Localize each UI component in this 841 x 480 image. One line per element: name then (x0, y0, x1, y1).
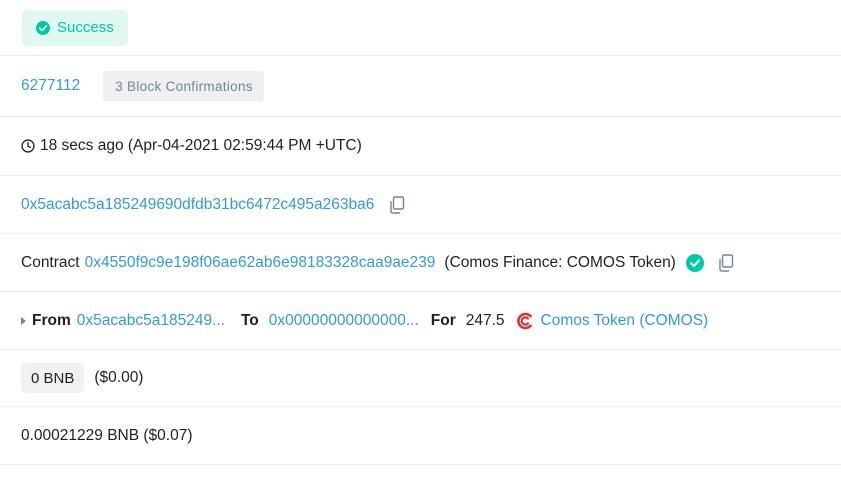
fee-row: 0.00021229 BNB ($0.07) (0, 407, 841, 465)
transfer-to-link[interactable]: 0x00000000000000... (269, 312, 419, 330)
copy-icon[interactable] (389, 195, 405, 214)
verified-check-icon (685, 253, 704, 272)
from-row: 0x5acabc5a185249690dfdb31bc6472c495a263b… (0, 176, 841, 234)
timestamp-text: 18 secs ago (Apr-04-2021 02:59:44 PM +UT… (40, 137, 362, 154)
copy-icon[interactable] (718, 253, 734, 272)
for-label: For (430, 311, 456, 329)
status-badge: Success (22, 9, 128, 46)
value-badge: 0 BNB (21, 363, 85, 393)
transfer-amount: 247.5 (465, 311, 505, 329)
comos-logo-icon (516, 312, 532, 329)
contract-prefix: Contract (21, 253, 80, 271)
value-row: 0 BNB ($0.00) (0, 350, 841, 407)
transfer-from-link[interactable]: 0x5acabc5a185249... (77, 312, 225, 330)
value-usd: ($0.00) (94, 369, 144, 386)
status-row: Success (0, 0, 841, 56)
status-label: Success (57, 19, 114, 36)
timestamp-row: 18 secs ago (Apr-04-2021 02:59:44 PM +UT… (0, 117, 841, 176)
from-label: From (32, 311, 71, 329)
caret-right-icon[interactable] (21, 316, 26, 325)
block-row: 6277112 3 Block Confirmations (0, 56, 841, 117)
confirmations-badge: 3 Block Confirmations (103, 71, 264, 101)
contract-row: Contract 0x4550f9c9e198f06ae62ab6e981833… (0, 234, 841, 292)
contract-name: (Comos Finance: COMOS Token) (444, 253, 676, 271)
check-circle-icon (36, 20, 50, 35)
block-number-link[interactable]: 6277112 (21, 77, 80, 95)
token-transfer-row: From 0x5acabc5a185249... To 0x0000000000… (0, 292, 841, 350)
from-address-link[interactable]: 0x5acabc5a185249690dfdb31bc6472c495a263b… (21, 196, 374, 214)
clock-icon (21, 139, 35, 153)
contract-address-link[interactable]: 0x4550f9c9e198f06ae62ab6e98183328caa9ae2… (85, 254, 436, 272)
token-name-link[interactable]: Comos Token (COMOS) (541, 312, 709, 330)
to-label: To (240, 311, 259, 329)
fee-text: 0.00021229 BNB ($0.07) (21, 426, 193, 444)
